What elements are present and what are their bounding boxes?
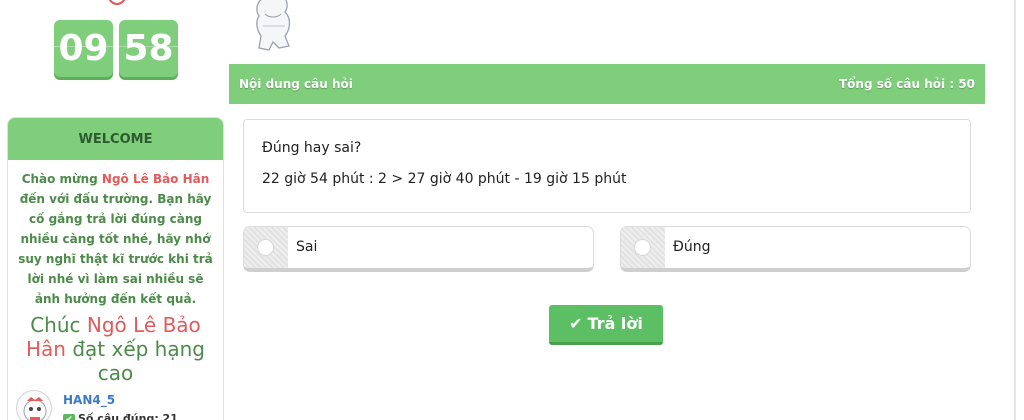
welcome-title: WELCOME <box>8 118 223 160</box>
username[interactable]: HAN4_5 <box>63 393 115 407</box>
option-radio-area <box>621 227 665 268</box>
welcome-message-end: đến với đấu trường. Bạn hãy cố gắng trả … <box>18 192 213 306</box>
question-type: Đúng hay sai? <box>262 140 362 156</box>
page-edge-divider <box>1014 0 1016 420</box>
answer-option-dung[interactable]: Đúng <box>620 226 971 272</box>
welcome-message: Chào mừng Ngô Lê Bảo Hân đến với đấu trư… <box>8 160 223 309</box>
question-total: Tổng số câu hỏi : 50 <box>839 77 975 91</box>
alarm-clock-icon <box>108 0 126 6</box>
radio-button[interactable] <box>634 239 651 256</box>
question-header: Nội dung câu hỏi Tổng số câu hỏi : 50 <box>229 64 985 104</box>
avatar-robot-icon <box>23 397 47 420</box>
wish-start: Chúc <box>30 313 87 337</box>
submit-label: Trả lời <box>587 314 643 333</box>
question-card: Đúng hay sai? 22 giờ 54 phút : 2 > 27 gi… <box>243 119 971 213</box>
timer-minutes: 09 <box>54 20 113 77</box>
mascot-illustration <box>256 0 291 51</box>
check-square-icon: ✔ <box>63 414 75 420</box>
question-text: 22 giờ 54 phút : 2 > 27 giờ 40 phút - 19… <box>262 171 627 187</box>
check-icon: ✔ <box>569 314 583 333</box>
welcome-message-start: Chào mừng <box>21 172 102 186</box>
correct-count: ✔ Số câu đúng: 21 <box>63 412 178 420</box>
question-header-label: Nội dung câu hỏi <box>239 77 353 91</box>
answer-option-label: Đúng <box>673 239 711 255</box>
welcome-panel: WELCOME Chào mừng Ngô Lê Bảo Hân đến với… <box>7 117 224 420</box>
submit-answer-button[interactable]: ✔ Trả lời <box>549 305 663 345</box>
player-name: Ngô Lê Bảo Hân <box>101 172 210 186</box>
avatar[interactable] <box>16 390 52 420</box>
wish-end: đạt xếp hạng cao <box>65 337 205 385</box>
answer-option-label: Sai <box>296 239 318 255</box>
answer-option-sai[interactable]: Sai <box>243 226 594 272</box>
correct-count-label: Số câu đúng: 21 <box>78 412 178 420</box>
user-info: HAN4_5 ✔ Số câu đúng: 21 <box>16 390 216 420</box>
radio-button[interactable] <box>257 239 274 256</box>
option-radio-area <box>244 227 288 268</box>
timer-seconds: 58 <box>119 20 178 77</box>
wish-message: Chúc Ngô Lê Bảo Hân đạt xếp hạng cao <box>8 309 223 385</box>
